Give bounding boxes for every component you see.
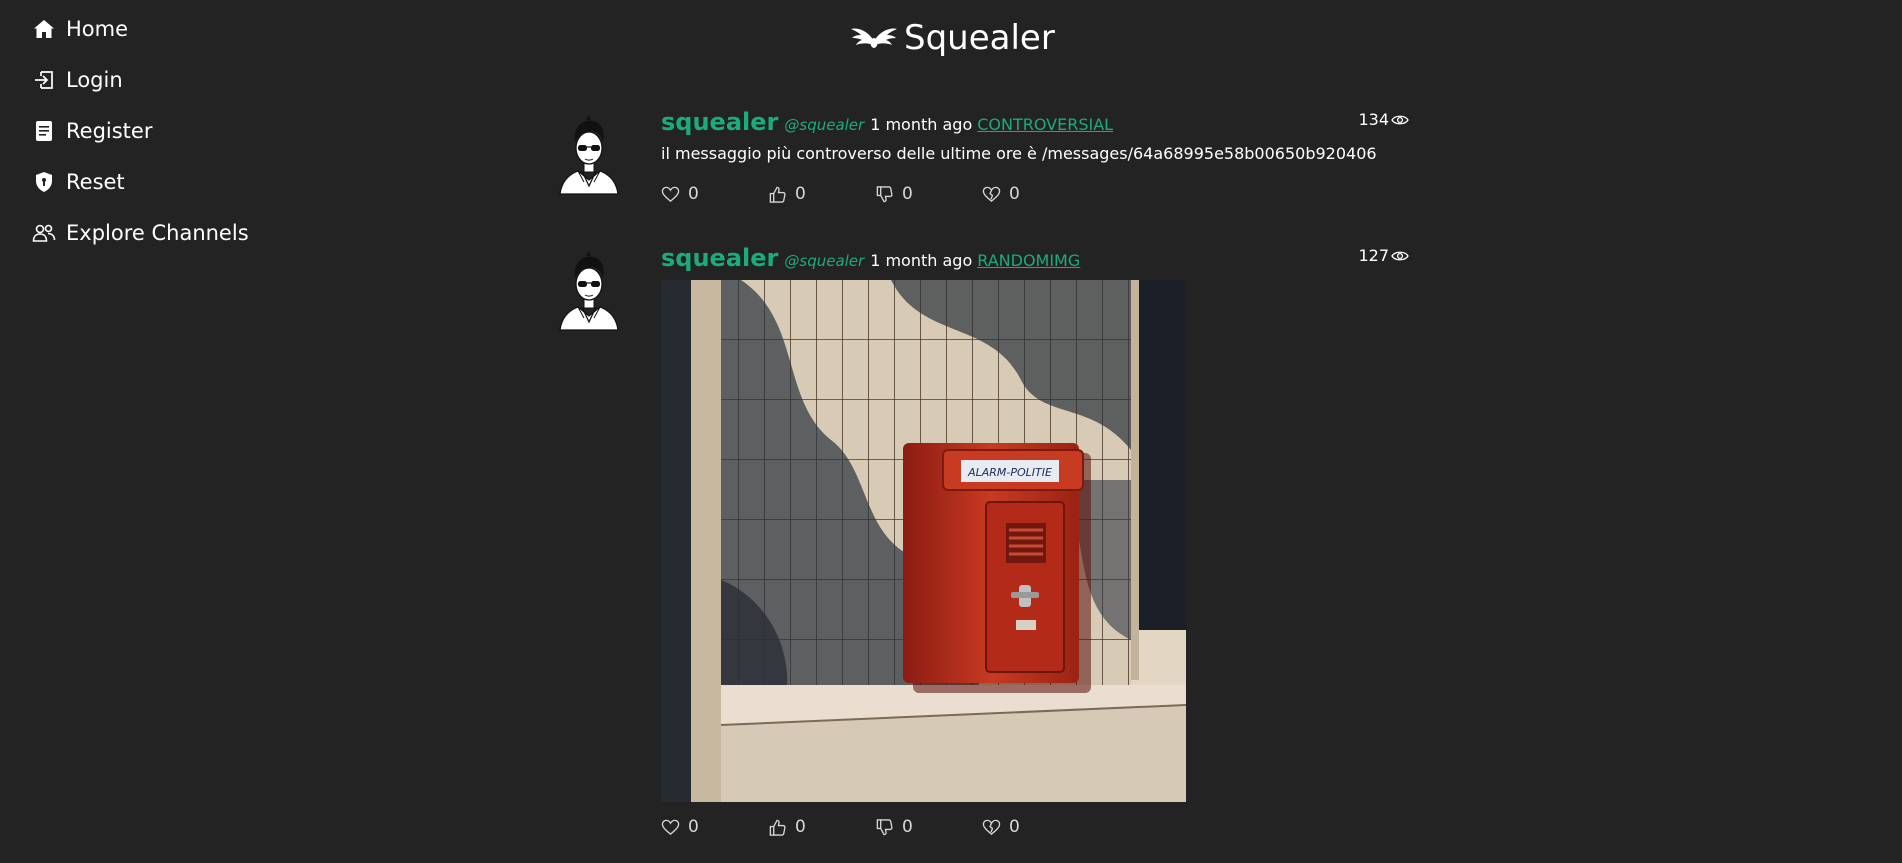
avatar[interactable] [556, 250, 622, 332]
view-count: 134 [1358, 110, 1409, 129]
thumbs-up-button[interactable]: 0 [768, 184, 875, 204]
thumbs-up-icon [769, 819, 786, 836]
post-time: 1 month ago [870, 115, 973, 134]
post-body: squealer @squealer 1 month ago CONTROVER… [661, 108, 1409, 205]
app-header: Squealer [850, 18, 1055, 58]
post-time: 1 month ago [870, 251, 973, 270]
channel-link[interactable]: RANDOMIMG [977, 251, 1080, 270]
home-icon [34, 20, 54, 38]
channel-link[interactable]: CONTROVERSIAL [977, 115, 1113, 134]
avatar[interactable] [556, 114, 622, 196]
sidebar-item-reset[interactable]: Reset [32, 167, 292, 197]
like-button[interactable]: 0 [661, 817, 768, 837]
eye-icon [1391, 251, 1409, 260]
view-count: 127 [1358, 246, 1409, 265]
like-count: 0 [688, 184, 699, 204]
post-body: squealer @squealer 1 month ago RANDOMIMG… [661, 244, 1409, 838]
thumbs-up-count: 0 [795, 184, 806, 204]
thumbs-down-count: 0 [902, 817, 913, 837]
wings-icon [851, 28, 897, 48]
broken-heart-icon [982, 819, 1001, 835]
reaction-bar: 0 0 0 0 [661, 183, 1409, 205]
sidebar-item-label: Login [66, 68, 123, 92]
alarm-sign-text: ALARM-POLITIE [967, 466, 1052, 479]
reaction-bar: 0 0 0 0 [661, 816, 1409, 838]
post-header: squealer @squealer 1 month ago CONTROVER… [661, 108, 1409, 138]
thumbs-down-icon [876, 185, 893, 202]
thumbs-down-count: 0 [902, 184, 913, 204]
broken-heart-icon [982, 186, 1001, 202]
heart-icon [661, 819, 680, 835]
post-text: il messaggio più controverso delle ultim… [661, 144, 1377, 163]
register-icon [36, 121, 52, 141]
thumbs-down-icon [876, 818, 893, 835]
author-handle[interactable]: @squealer [784, 116, 864, 134]
broken-heart-count: 0 [1009, 184, 1020, 204]
sidebar-nav: Home Login Register Reset Explore Channe… [32, 14, 292, 269]
author-name[interactable]: squealer [661, 244, 778, 272]
sidebar-item-label: Explore Channels [66, 221, 249, 245]
broken-heart-button[interactable]: 0 [982, 184, 1089, 204]
heart-icon [661, 186, 680, 202]
author-name[interactable]: squealer [661, 108, 778, 136]
view-count-value: 127 [1358, 246, 1389, 265]
view-count-value: 134 [1358, 110, 1389, 129]
sidebar-item-label: Home [66, 17, 129, 41]
author-handle[interactable]: @squealer [784, 252, 864, 270]
broken-heart-count: 0 [1009, 817, 1020, 837]
sidebar-item-register[interactable]: Register [32, 116, 292, 146]
sidebar-item-label: Register [66, 119, 153, 143]
sidebar-item-explore-channels[interactable]: Explore Channels [32, 218, 292, 248]
like-count: 0 [688, 817, 699, 837]
post-image[interactable]: ALARM-POLITIE [661, 280, 1186, 802]
people-icon [32, 224, 56, 242]
sidebar-item-label: Reset [66, 170, 125, 194]
eye-icon [1391, 115, 1409, 124]
thumbs-up-button[interactable]: 0 [768, 817, 875, 837]
thumbs-up-icon [769, 186, 786, 203]
post-header: squealer @squealer 1 month ago RANDOMIMG [661, 244, 1409, 274]
thumbs-down-button[interactable]: 0 [875, 817, 982, 837]
login-icon [35, 71, 53, 89]
like-button[interactable]: 0 [661, 184, 768, 204]
app-title: Squealer [904, 18, 1055, 58]
thumbs-down-button[interactable]: 0 [875, 184, 982, 204]
thumbs-up-count: 0 [795, 817, 806, 837]
sidebar-item-home[interactable]: Home [32, 14, 292, 44]
shield-icon [36, 172, 52, 192]
broken-heart-button[interactable]: 0 [982, 817, 1089, 837]
sidebar-item-login[interactable]: Login [32, 65, 292, 95]
